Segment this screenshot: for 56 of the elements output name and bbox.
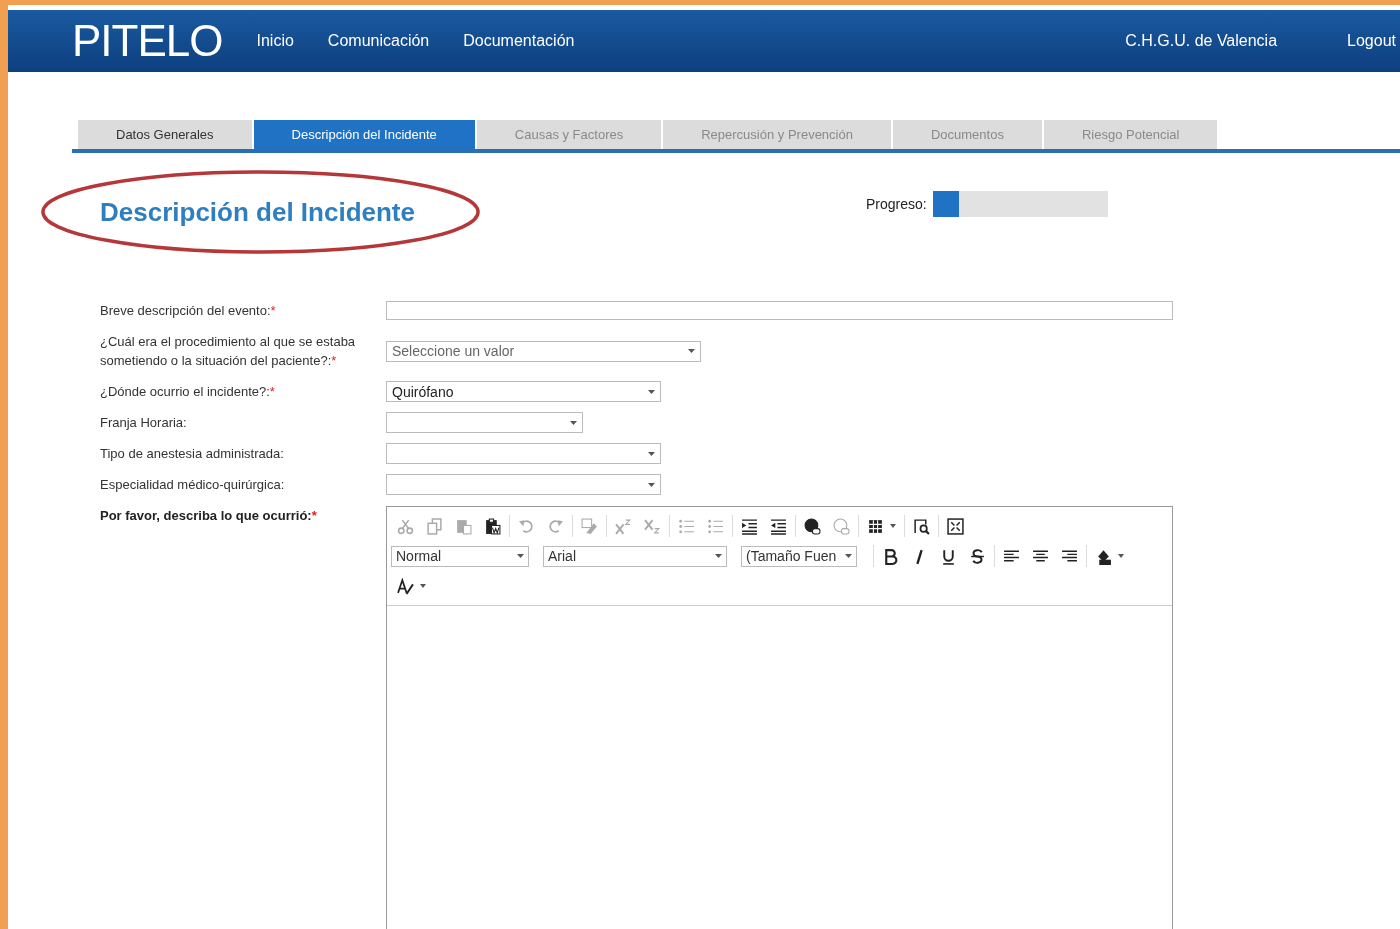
field-label: Breve descripción del evento:* [100, 303, 276, 318]
app-logo: PITELO [72, 16, 223, 66]
caret-icon [845, 554, 852, 558]
field-label: Tipo de anestesia administrada: [100, 446, 284, 461]
caret-icon [715, 554, 722, 558]
select-field[interactable] [386, 474, 661, 495]
field-label: ¿Dónde ocurrio el incidente?:* [100, 384, 275, 399]
eraser-icon [581, 517, 598, 535]
tab[interactable]: Datos Generales [78, 120, 254, 149]
toolbar-dropdown[interactable]: (Tamaño Fuen [741, 545, 857, 567]
nav-link[interactable]: Inicio [256, 32, 294, 50]
maximize-icon [947, 517, 964, 535]
redo-icon [547, 517, 564, 535]
tab[interactable]: Descripción del Incidente [253, 120, 477, 149]
field-label: Franja Horaria: [100, 415, 187, 430]
page-title: Descripción del Incidente [100, 196, 415, 228]
caret-icon [648, 482, 655, 487]
copy-icon [426, 517, 443, 535]
caret-icon [688, 349, 695, 353]
text-style-icon [397, 577, 414, 595]
select-field[interactable] [386, 412, 583, 433]
toolbar-dropdown[interactable]: Normal [391, 545, 529, 567]
undo-icon [518, 517, 535, 535]
select-field[interactable]: Quirófano [386, 381, 661, 402]
caret-icon [517, 554, 524, 558]
preview-icon [913, 517, 930, 535]
nav-link[interactable]: Comunicación [327, 32, 430, 50]
subscript-icon [644, 517, 661, 535]
underline-icon [940, 547, 957, 565]
field-label: Por favor, describa lo que ocurrió:* [100, 508, 317, 523]
scissors-icon [397, 517, 414, 535]
indent-icon [741, 517, 758, 535]
bold-icon [882, 547, 899, 565]
text-field[interactable] [386, 301, 1173, 320]
caret-icon [890, 524, 896, 528]
organization-name: C.H.G.U. de Valencia [1125, 32, 1278, 50]
caret-icon [648, 451, 655, 456]
toolbar-dropdown[interactable]: Arial [543, 545, 727, 567]
caret-icon [648, 389, 655, 394]
superscript-icon [615, 517, 632, 535]
field-label: ¿Cuál era el procedimiento al que se estaba sometiendo o la situación del paciente?:* [100, 334, 356, 368]
caret-icon [570, 420, 577, 425]
bulleted-list-icon [707, 517, 724, 535]
grid-icon [867, 517, 884, 535]
nav-link[interactable]: Documentación [463, 32, 575, 50]
caret-icon [420, 584, 426, 588]
paste-icon [455, 517, 472, 535]
field-label: Especialidad médico-quirúrgica: [100, 477, 285, 492]
outdent-icon [770, 517, 787, 535]
select-field[interactable]: Seleccione un valor [386, 340, 701, 362]
strikethrough-icon [969, 547, 986, 565]
logout-link[interactable]: Logout [1347, 32, 1396, 50]
caret-icon [1118, 554, 1124, 558]
clipboard-icon [484, 517, 501, 535]
progress-label: Progreso: [866, 196, 927, 212]
select-field[interactable] [386, 443, 661, 464]
